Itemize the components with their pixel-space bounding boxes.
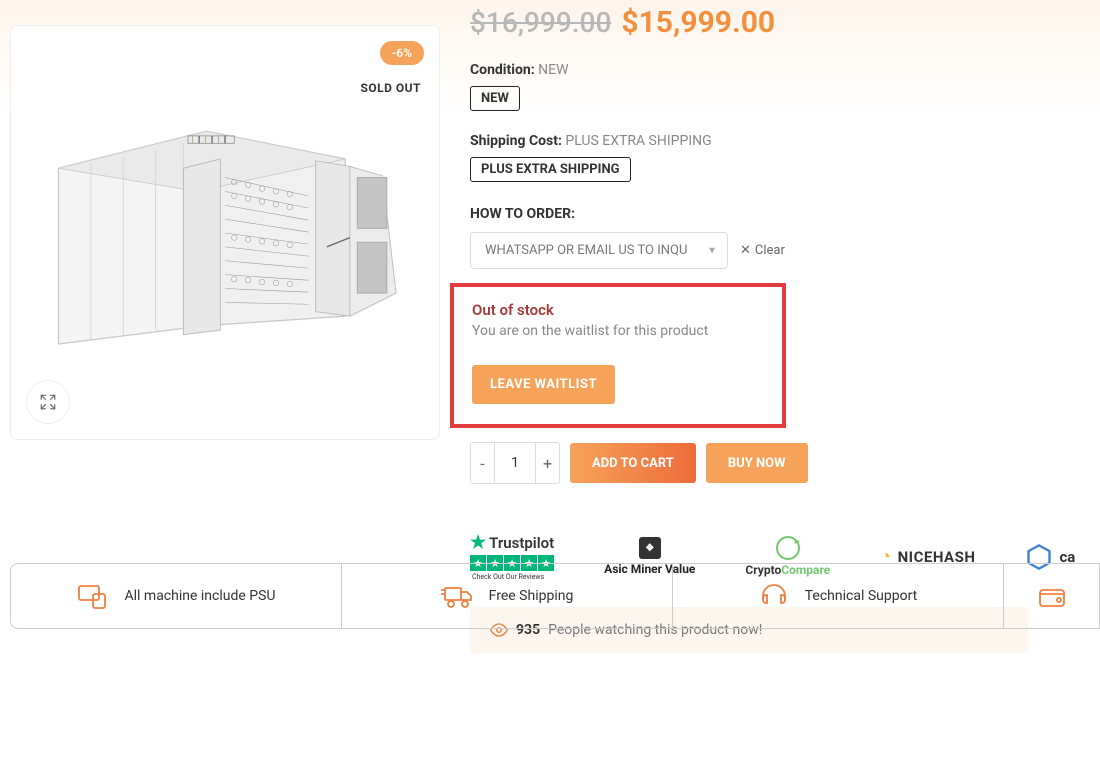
qty-increase-button[interactable]: +	[535, 443, 559, 483]
benefit-extra	[1004, 564, 1099, 628]
product-image	[40, 93, 410, 373]
benefits-row: All machine include PSU Free Shipping Te…	[10, 563, 1100, 629]
shipping-label: Shipping Cost: PLUS EXTRA SHIPPING	[470, 133, 1090, 149]
zoom-button[interactable]	[26, 380, 70, 424]
condition-chip-new[interactable]: NEW	[470, 86, 520, 111]
qty-decrease-button[interactable]: -	[471, 443, 495, 483]
quantity-stepper: - 1 +	[470, 442, 560, 484]
shipping-chip[interactable]: PLUS EXTRA SHIPPING	[470, 157, 631, 182]
benefit-psu: All machine include PSU	[11, 564, 342, 628]
star-icon: ★	[470, 532, 486, 553]
wallet-icon	[1037, 582, 1067, 610]
benefit-support: Technical Support	[673, 564, 1004, 628]
truck-icon	[441, 582, 473, 610]
how-to-order-select[interactable]: WHATSAPP OR EMAIL US TO INQU ▼	[470, 232, 728, 269]
price-original: $16,999.00	[470, 6, 611, 39]
sold-out-badge: SOLD OUT	[360, 81, 421, 95]
discount-badge: -6%	[380, 41, 424, 65]
chevron-down-icon: ▼	[707, 245, 717, 256]
qty-value: 1	[495, 443, 535, 483]
out-of-stock-label: Out of stock	[472, 301, 764, 319]
add-to-cart-button[interactable]: ADD TO CART	[570, 443, 696, 483]
buy-now-button[interactable]: BUY NOW	[706, 443, 808, 483]
waitlist-panel: Out of stock You are on the waitlist for…	[450, 283, 786, 428]
devices-icon	[77, 582, 109, 610]
leave-waitlist-button[interactable]: LEAVE WAITLIST	[472, 365, 615, 404]
select-value: WHATSAPP OR EMAIL US TO INQU	[485, 243, 687, 258]
condition-label: Condition: NEW	[470, 62, 1090, 78]
headphones-icon	[759, 582, 789, 610]
close-icon: ✕	[740, 243, 751, 258]
price-sale: $15,999.00	[621, 5, 775, 40]
expand-icon	[39, 393, 57, 411]
waitlist-message: You are on the waitlist for this product	[472, 323, 764, 339]
clear-selection-button[interactable]: ✕ Clear	[740, 243, 785, 258]
product-image-container: -6% SOLD OUT	[10, 25, 440, 440]
how-to-order-label: HOW TO ORDER:	[470, 206, 1090, 222]
benefit-shipping: Free Shipping	[342, 564, 673, 628]
